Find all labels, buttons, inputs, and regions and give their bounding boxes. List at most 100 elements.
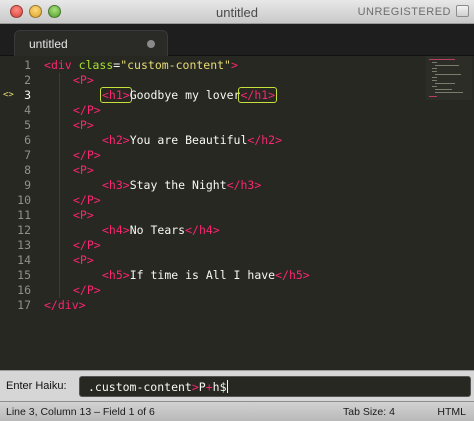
text-caret (226, 380, 228, 393)
line-number: 11 (17, 208, 31, 222)
snippet-field-h1-open[interactable]: <h1> (100, 87, 132, 103)
tag-bracket: < (44, 58, 51, 72)
haiku-input-panel: Enter Haiku: .custom-content>P+h$ (0, 370, 474, 401)
status-bar: Line 3, Column 13 – Field 1 of 6 Tab Siz… (0, 401, 474, 421)
line-number: 8 (24, 163, 31, 177)
minimap-line (429, 59, 455, 60)
minimap-line (432, 62, 437, 63)
minimap-line (429, 96, 437, 97)
tag-name: div (50, 58, 72, 72)
line-number: 17 (17, 298, 31, 312)
heading-text: Stay the Night (129, 178, 227, 192)
attribute-name: class (71, 58, 114, 72)
haiku-input-element: P (198, 380, 206, 394)
minimap-line (432, 80, 437, 81)
p-close-tag: </P> (73, 283, 101, 297)
indent-guide (59, 73, 60, 298)
code-editor[interactable]: < > 1 2 3 4 5 6 7 8 9 10 11 12 13 14 15 1… (0, 56, 474, 370)
heading-text: Goodbye my lover (129, 88, 241, 102)
syntax-selector[interactable]: HTML (437, 406, 466, 418)
code-line: </P> (73, 238, 101, 253)
line-number: 16 (17, 283, 31, 297)
minimap-line (432, 86, 437, 87)
line-number: 15 (17, 268, 31, 282)
fullscreen-icon[interactable] (456, 5, 469, 17)
h5-open-tag: <h5> (102, 268, 130, 282)
p-close-tag: </P> (73, 193, 101, 207)
code-line: <P> (73, 253, 94, 268)
p-open-tag: <P> (73, 163, 94, 177)
minimap-line (435, 83, 455, 84)
minimap-line (432, 71, 437, 72)
code-line: <h2>You are Beautiful</h2> (102, 133, 282, 148)
p-close-tag: </P> (73, 238, 101, 252)
snippet-field-h1-close[interactable]: </h1> (238, 87, 278, 103)
haiku-label: Enter Haiku: (6, 380, 67, 392)
h2-open-tag: <h2> (102, 133, 130, 147)
h4-close-tag: </h4> (185, 223, 220, 237)
line-number: 7 (24, 148, 31, 162)
haiku-input-selector: .custom-content (88, 380, 192, 394)
line-number: 12 (17, 223, 31, 237)
line-number: 4 (24, 103, 31, 117)
line-number: 13 (17, 238, 31, 252)
haiku-input-tail: h$ (212, 380, 227, 394)
p-close-tag: </P> (73, 103, 101, 117)
p-open-tag: <P> (73, 118, 94, 132)
tag-bracket: > (230, 58, 238, 72)
h3-open-tag: <h3> (102, 178, 130, 192)
heading-text: You are Beautiful (129, 133, 248, 147)
title-bar: untitled UNREGISTERED (0, 0, 474, 24)
h2-close-tag: </h2> (247, 133, 283, 147)
line-number: 10 (17, 193, 31, 207)
unregistered-badge: UNREGISTERED (357, 6, 451, 18)
minimap-line (435, 74, 461, 75)
code-line: <h5>If time is All I have</h5> (102, 268, 310, 283)
code-line: <P> (73, 73, 94, 88)
line-number: 2 (24, 73, 31, 87)
line-number: 5 (24, 118, 31, 132)
line-number: 6 (24, 133, 31, 147)
code-line: </P> (73, 193, 101, 208)
minimap[interactable] (426, 56, 472, 100)
h4-open-tag: <h4> (102, 223, 130, 237)
line-number: 9 (24, 178, 31, 192)
cursor-position: Line 3, Column 13 – Field 1 of 6 (6, 406, 155, 418)
p-open-tag: <P> (73, 253, 94, 267)
line-number-active: 3 (24, 88, 31, 102)
haiku-input-operator: > (191, 380, 199, 394)
p-close-tag: </P> (73, 148, 101, 162)
code-line: <P> (73, 208, 94, 223)
tab-untitled[interactable]: untitled (14, 30, 168, 56)
unsaved-dot-icon[interactable] (147, 40, 155, 48)
minimap-line (435, 89, 452, 90)
tab-bar: untitled (0, 24, 474, 56)
line-gutter: <> 1 2 3 4 5 6 7 8 9 10 11 12 13 14 15 1… (0, 56, 40, 370)
minimap-line (432, 68, 437, 69)
code-line-active: <h1>Goodbye my lover</h1> (100, 87, 278, 103)
code-line: <h4>No Tears</h4> (102, 223, 220, 238)
code-line: </P> (73, 103, 101, 118)
p-open-tag: <P> (73, 73, 94, 87)
code-line: <P> (73, 163, 94, 178)
haiku-input-operator: + (205, 380, 213, 394)
code-area[interactable]: <div class="custom-content"> <P> <h1>Goo… (44, 56, 418, 370)
code-line: </P> (73, 148, 101, 163)
h5-close-tag: </h5> (275, 268, 310, 282)
minimap-line (435, 92, 463, 93)
code-line: <h3>Stay the Night</h3> (102, 178, 261, 193)
line-number: 14 (17, 253, 31, 267)
haiku-input[interactable]: .custom-content>P+h$ (79, 376, 471, 397)
heading-text: No Tears (129, 223, 186, 237)
attribute-value: "custom-content" (120, 58, 231, 72)
heading-text: If time is All I have (129, 268, 276, 282)
code-line: </div> (44, 298, 86, 313)
tab-size-selector[interactable]: Tab Size: 4 (343, 406, 395, 418)
minimap-line (432, 77, 437, 78)
code-line: </P> (73, 283, 101, 298)
line-number: 1 (24, 58, 31, 72)
tab-label: untitled (29, 37, 68, 51)
p-open-tag: <P> (73, 208, 94, 222)
h3-close-tag: </h3> (226, 178, 262, 192)
code-line: <P> (73, 118, 94, 133)
